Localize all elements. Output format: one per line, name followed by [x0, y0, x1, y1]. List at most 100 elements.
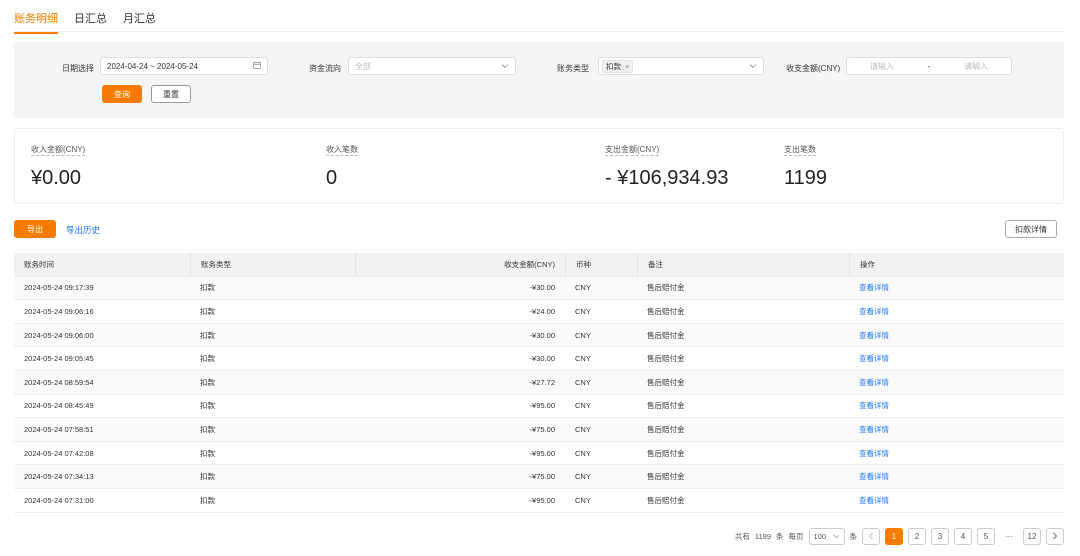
table-row: 2024-05-24 08:45:49 扣款 -¥95.00 CNY 售后赔付金 查看详情 — [14, 395, 1064, 419]
account-type-tag: 扣款 × — [602, 59, 634, 73]
amount-max-input[interactable]: 请输入 — [964, 61, 988, 72]
cell-type: 扣款 — [200, 472, 215, 482]
cell-note: 售后赔付金 — [647, 330, 685, 340]
cell-time: 2024-05-24 09:17:39 — [24, 283, 94, 293]
view-detail-link[interactable]: 查看详情 — [859, 377, 889, 388]
view-detail-link[interactable]: 查看详情 — [859, 424, 889, 435]
view-detail-link[interactable]: 查看详情 — [859, 471, 889, 482]
cell-amount: -¥95.00 — [529, 401, 555, 411]
cell-type: 扣款 — [200, 377, 215, 387]
income-count-value: 0 — [326, 167, 338, 189]
total-suffix: 条 — [776, 532, 784, 541]
cell-time: 2024-05-24 08:59:54 — [24, 377, 94, 387]
page-size-select[interactable]: 100 — [808, 528, 845, 545]
expense-count-value: 1199 — [784, 167, 828, 189]
expense-count-label: 支出笔数 — [784, 145, 816, 156]
page-button-1[interactable]: 1 — [885, 528, 903, 545]
reset-button[interactable]: 重置 — [151, 85, 191, 103]
cell-amount: -¥30.00 — [529, 283, 555, 293]
close-icon[interactable]: × — [625, 62, 629, 71]
cell-time: 2024-05-24 08:45:49 — [24, 401, 94, 411]
fund-flow-select[interactable]: 全部 — [348, 57, 516, 75]
cell-type: 扣款 — [200, 401, 215, 411]
table-row: 2024-05-24 07:34:13 扣款 -¥75.00 CNY 售后赔付金 查看详情 — [14, 465, 1064, 489]
export-button[interactable]: 导出 — [14, 220, 56, 238]
cell-note: 售后赔付金 — [647, 424, 685, 434]
fund-flow-placeholder: 全部 — [355, 61, 371, 71]
account-type-label: 账务类型 — [557, 64, 589, 73]
total-prefix: 共有 — [734, 532, 750, 541]
cell-action: 查看详情 — [849, 489, 1064, 512]
calendar-icon — [253, 61, 261, 71]
cell-amount: -¥75.00 — [529, 424, 555, 434]
account-type-select[interactable]: 扣款 × — [598, 57, 764, 75]
page-button-2[interactable]: 2 — [908, 528, 926, 545]
filter-panel: 日期选择 2024-04-24 ~ 2024-05-24 资金流向 全部 账务类… — [14, 42, 1064, 118]
table-row: 2024-05-24 09:17:39 扣款 -¥30.00 CNY 售后赔付金 查看详情 — [14, 276, 1064, 301]
amount-min-input[interactable]: 请输入 — [870, 61, 894, 72]
cell-action: 查看详情 — [849, 300, 1064, 323]
header-currency: 币种 — [565, 253, 637, 276]
chevron-left-icon — [868, 532, 874, 542]
header-time: 账务时间 — [24, 259, 54, 269]
page-ellipsis: ··· — [1005, 532, 1013, 541]
cell-currency: CNY — [575, 448, 591, 458]
page-button-5[interactable]: 5 — [977, 528, 995, 545]
page-button-3[interactable]: 3 — [931, 528, 949, 545]
expense-amount-value: - ¥106,934.93 — [605, 167, 729, 189]
cell-note: 售后赔付金 — [647, 495, 685, 505]
view-detail-link[interactable]: 查看详情 — [859, 306, 889, 317]
table-row: 2024-05-24 09:06:00 扣款 -¥30.00 CNY 售后赔付金 查看详情 — [14, 323, 1064, 348]
page-size-value: 100 — [813, 532, 827, 541]
cell-amount: -¥95.00 — [529, 448, 555, 458]
query-button[interactable]: 查询 — [102, 85, 142, 103]
table-body: 2024-05-24 09:17:39 扣款 -¥30.00 CNY 售后赔付金 查看详情… — [14, 276, 1064, 513]
cell-currency: CNY — [575, 330, 591, 340]
cell-note: 售后赔付金 — [647, 306, 685, 316]
date-range-value: 2024-04-24 ~ 2024-05-24 — [107, 61, 198, 71]
chevron-right-icon — [1052, 532, 1058, 542]
cell-note: 售后赔付金 — [647, 377, 685, 387]
cell-time: 2024-05-24 07:42:08 — [24, 448, 94, 458]
prev-page-button[interactable] — [862, 528, 880, 545]
account-type-tag-label: 扣款 — [606, 61, 621, 71]
cell-action: 查看详情 — [849, 418, 1064, 441]
table-row: 2024-05-24 07:42:08 扣款 -¥95.00 CNY 售后赔付金 查看详情 — [14, 442, 1064, 466]
deduct-detail-button[interactable]: 扣款详情 — [1005, 220, 1057, 238]
total-count: 1199 — [754, 532, 771, 541]
page-size-label: 每页 — [788, 532, 804, 541]
cell-amount: -¥95.00 — [529, 495, 555, 505]
next-page-button[interactable] — [1046, 528, 1064, 545]
view-detail-link[interactable]: 查看详情 — [859, 282, 889, 293]
income-count-label: 收入笔数 — [326, 145, 358, 156]
view-detail-link[interactable]: 查看详情 — [859, 495, 889, 506]
cell-currency: CNY — [575, 424, 591, 434]
header-note: 备注 — [637, 253, 849, 276]
view-detail-link[interactable]: 查看详情 — [859, 448, 889, 459]
income-amount-value: ¥0.00 — [31, 167, 82, 189]
ledger-table: 账务时间 账务类型 收支金额(CNY) 币种 备注 操作 2024-05-24 … — [14, 253, 1064, 513]
cell-type: 扣款 — [200, 306, 215, 316]
page-button-4[interactable]: 4 — [954, 528, 972, 545]
cell-action: 查看详情 — [849, 371, 1064, 394]
cell-action: 查看详情 — [849, 442, 1064, 465]
cell-currency: CNY — [575, 472, 591, 482]
cell-type: 扣款 — [200, 495, 215, 505]
pagination: 共有 1199 条 每页 100 条 1 2 3 4 5 ··· 12 — [735, 528, 1064, 545]
tab-divider — [14, 31, 1064, 32]
fund-flow-label: 资金流向 — [309, 64, 341, 73]
cell-amount: -¥30.00 — [529, 354, 555, 364]
cell-action: 查看详情 — [849, 277, 1064, 300]
date-range-picker[interactable]: 2024-04-24 ~ 2024-05-24 — [100, 57, 268, 75]
page-button-last[interactable]: 12 — [1023, 528, 1041, 545]
cell-type: 扣款 — [200, 330, 215, 340]
table-row: 2024-05-24 07:58:51 扣款 -¥75.00 CNY 售后赔付金 查看详情 — [14, 418, 1064, 442]
view-detail-link[interactable]: 查看详情 — [859, 330, 889, 341]
view-detail-link[interactable]: 查看详情 — [859, 400, 889, 411]
cell-amount: -¥24.00 — [529, 306, 555, 316]
view-detail-link[interactable]: 查看详情 — [859, 353, 889, 364]
cell-note: 售后赔付金 — [647, 283, 685, 293]
cell-action: 查看详情 — [849, 395, 1064, 418]
expense-amount-label: 支出金额(CNY) — [605, 145, 660, 156]
export-history-link[interactable]: 导出历史 — [66, 224, 100, 236]
